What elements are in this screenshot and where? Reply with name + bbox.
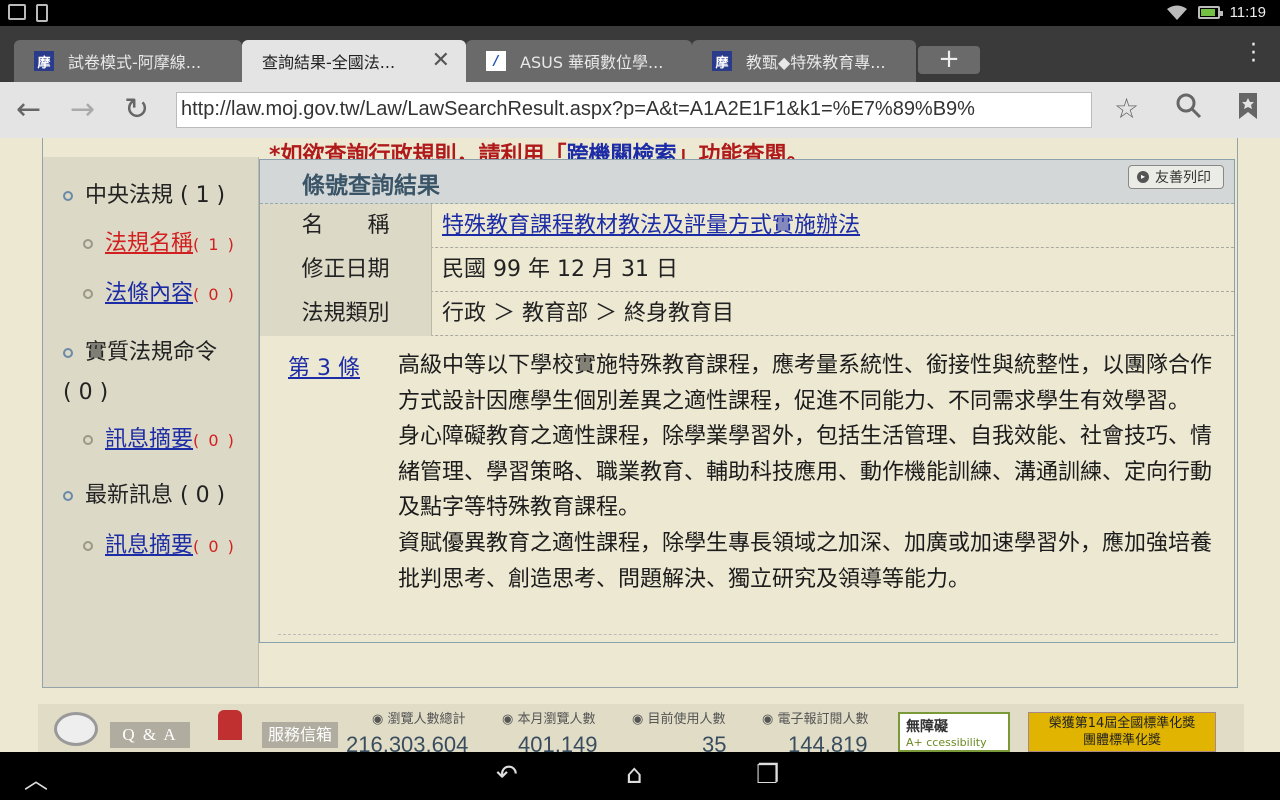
article-section: 第 3 條 高級中等以下學校實施特殊教育課程，應考量系統性、銜接性與統整性，以團… [260, 336, 1234, 636]
service-mailbox-button[interactable]: 服務信箱 [262, 722, 338, 748]
sidebar-latest-news[interactable]: 最新訊息 ( 0 ) [63, 477, 225, 509]
overflow-menu-icon[interactable]: · · · [1250, 35, 1257, 73]
bullet-icon [83, 541, 93, 551]
divider [278, 634, 1218, 635]
bullet-icon [63, 191, 73, 201]
search-icon[interactable] [1176, 92, 1202, 127]
result-header: 條號查詢結果 ▸ 友善列印 [260, 160, 1234, 204]
stat-label: 電子報訂閱人數 [762, 708, 868, 727]
row-amend-date: 修正日期 民國 99 年 12 月 31 日 [260, 248, 1234, 292]
tab-strip: 摩 試卷模式-阿摩線... 查詢結果-全國法... ✕ / ASUS 華碩數位學… [0, 26, 1280, 82]
law-name-link[interactable]: 特殊教育課程教材教法及評量方式實施辦法 [442, 213, 860, 238]
sidebar-central-regulations[interactable]: 中央法規 ( 1 ) [63, 177, 225, 209]
print-icon: ▸ [1137, 171, 1149, 183]
stat-value: 144,819 [788, 732, 868, 752]
sidebar: 中央法規 ( 1 ) 法規名稱( 1 ) 法條內容( 0 ) 實質法規命令( 0… [43, 157, 259, 687]
bullet-icon [83, 435, 93, 445]
wifi-icon [1166, 5, 1188, 21]
stat-value: 216,303,604 [346, 732, 469, 752]
browser-toolbar: ← → ↻ http://law.moj.gov.tw/Law/LawSearc… [0, 82, 1280, 138]
footer: Q & A 服務信箱 瀏覽人數總計 216,303,604 本月瀏覽人數 401… [38, 704, 1244, 752]
result-panel: 條號查詢結果 ▸ 友善列印 名 稱 特殊教育課程教材教法及評量方式實施辦法 修正日… [259, 159, 1235, 643]
status-bar: 11:19 [0, 0, 1280, 26]
accessibility-badge[interactable]: 無障礙 A+ ccessibility [898, 712, 1010, 752]
page-viewport: *如欲查詢行政規則，請利用「跨機關檢索」功能查閱。 中央法規 ( 1 ) 法規名… [0, 138, 1280, 752]
chevron-up-icon[interactable]: ︿ [24, 760, 48, 795]
stat-label: 瀏覽人數總計 [372, 708, 465, 727]
system-nav-bar: ︿ ↶ ⌂ ❐ [0, 752, 1280, 800]
bullet-icon [83, 239, 93, 249]
tab-title: 試卷模式-阿摩線... [68, 53, 202, 72]
print-friendly-button[interactable]: ▸ 友善列印 [1128, 165, 1224, 189]
tab-4[interactable]: 摩 教甄◆特殊教育專... [692, 40, 916, 82]
address-bar[interactable]: http://law.moj.gov.tw/Law/LawSearchResul… [176, 92, 1092, 128]
bookmarks-icon[interactable] [1238, 92, 1258, 127]
mailbox-icon [218, 710, 242, 740]
row-law-name: 名 稱 特殊教育課程教材教法及評量方式實施辦法 [260, 204, 1234, 248]
reload-icon[interactable]: ↻ [124, 92, 149, 127]
tab-title: 查詢結果-全國法... [262, 53, 396, 72]
new-tab-button[interactable]: + [918, 46, 980, 74]
moe-icon: 摩 [712, 51, 732, 71]
bullet-icon [63, 348, 73, 358]
tab-title: ASUS 華碩數位學... [520, 53, 664, 72]
bullet-icon [63, 491, 73, 501]
article-number-link[interactable]: 第 3 條 [288, 350, 360, 382]
battery-icon [1197, 6, 1223, 19]
close-tab-icon[interactable]: ✕ [432, 48, 450, 73]
back-nav-icon[interactable]: ↶ [496, 760, 518, 790]
qa-button[interactable]: Q & A [110, 722, 190, 748]
tab-2-active[interactable]: 查詢結果-全國法... ✕ [242, 40, 466, 82]
stat-value: 401,149 [518, 732, 598, 752]
star-icon[interactable]: ☆ [1114, 92, 1139, 125]
image-notification-icon [8, 4, 26, 20]
stopwatch-icon [54, 712, 98, 746]
home-icon[interactable]: ⌂ [626, 760, 643, 790]
sidebar-item-summary-2[interactable]: 訊息摘要( 0 ) [83, 527, 236, 559]
device-notification-icon [36, 4, 48, 22]
tab-1[interactable]: 摩 試卷模式-阿摩線... [14, 40, 242, 82]
forward-icon[interactable]: → [70, 92, 95, 127]
sidebar-item-law-name[interactable]: 法規名稱( 1 ) [83, 225, 236, 257]
recent-apps-icon[interactable]: ❐ [756, 760, 779, 790]
stat-label: 本月瀏覽人數 [502, 708, 595, 727]
sidebar-substantive-orders[interactable]: 實質法規命令( 0 ) [63, 333, 217, 413]
article-text: 高級中等以下學校實施特殊教育課程，應考量系統性、銜接性與統整性，以團隊合作方式設… [398, 353, 1213, 592]
stat-label: 目前使用人數 [632, 708, 725, 727]
stat-value: 35 [702, 732, 727, 752]
sidebar-item-article-content[interactable]: 法條內容( 0 ) [83, 275, 236, 307]
sidebar-item-summary-1[interactable]: 訊息摘要( 0 ) [83, 421, 236, 453]
asus-icon: / [486, 51, 506, 71]
standardization-award-badge[interactable]: 榮獲第14屆全國標準化獎 團體標準化獎 [1028, 712, 1216, 752]
content-frame: *如欲查詢行政規則，請利用「跨機關檢索」功能查閱。 中央法規 ( 1 ) 法規名… [42, 138, 1238, 688]
tab-3[interactable]: / ASUS 華碩數位學... [466, 40, 692, 82]
moe-icon: 摩 [34, 51, 54, 71]
result-title: 條號查詢結果 [302, 173, 440, 199]
back-icon[interactable]: ← [16, 92, 41, 127]
row-category: 法規類別 行政 ＞ 教育部 ＞ 終身教育目 [260, 292, 1234, 336]
clock: 11:19 [1229, 4, 1266, 21]
tab-title: 教甄◆特殊教育專... [746, 53, 886, 72]
bullet-icon [83, 289, 93, 299]
